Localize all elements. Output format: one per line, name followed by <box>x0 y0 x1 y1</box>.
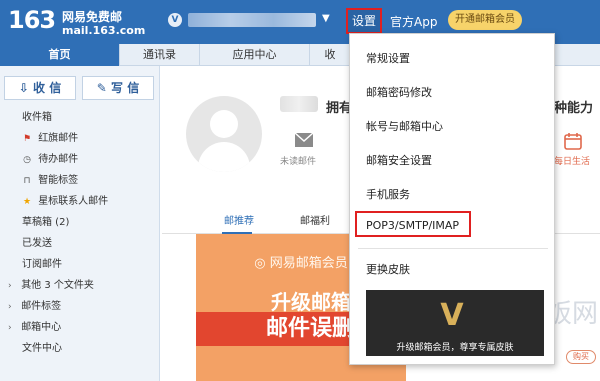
tab-inbox[interactable]: 收 <box>310 44 350 66</box>
tab-contacts[interactable]: 通讯录 <box>120 44 200 66</box>
folder-label: 收件箱 <box>22 112 52 123</box>
menu-item-change-password[interactable]: 邮箱密码修改 <box>366 84 432 100</box>
chevron-right-icon: › <box>8 302 12 312</box>
folder-file-center[interactable]: 文件中心 <box>0 339 160 359</box>
folder-sent[interactable]: 已发送 <box>0 234 160 254</box>
folder-drafts[interactable]: 草稿箱 (2) <box>0 213 160 233</box>
folder-label: 其他 3 个文件夹 <box>21 280 94 291</box>
calendar-icon[interactable] <box>564 132 582 150</box>
folder-label: 待办邮件 <box>38 154 79 165</box>
tab-recommend[interactable]: 邮推荐 <box>224 212 254 227</box>
folder-label: 红旗邮件 <box>38 133 79 144</box>
menu-item-change-skin[interactable]: 更换皮肤 <box>366 261 410 277</box>
settings-dropdown-menu: 常规设置 邮箱密码修改 帐号与邮箱中心 邮箱安全设置 手机服务 POP3/SMT… <box>349 33 555 365</box>
menu-item-security[interactable]: 邮箱安全设置 <box>366 152 432 168</box>
folder-todo[interactable]: ◷ 待办邮件 <box>0 150 160 170</box>
settings-button[interactable]: 设置 <box>346 8 382 34</box>
red-flag-icon: ⚑ <box>22 134 32 144</box>
avatar[interactable] <box>186 96 262 172</box>
folder-label: 邮件标签 <box>21 301 62 312</box>
avatar-head-shape <box>210 110 238 138</box>
official-app-link[interactable]: 官方App <box>390 13 437 30</box>
folder-starred-contacts[interactable]: ★ 星标联系人邮件 <box>0 192 160 212</box>
folder-label: 订阅邮件 <box>22 259 62 270</box>
folder-label: 已发送 <box>22 238 52 249</box>
pencil-icon: ✎ <box>96 81 107 95</box>
folder-mail-tags[interactable]: › 邮件标签 <box>0 297 160 317</box>
folder-label: 智能标签 <box>38 175 79 186</box>
skin-promo-text: 升级邮箱会员，尊享专属皮肤 <box>396 343 514 353</box>
compose-row: ⇩ 收 信 ✎ 写 信 <box>0 72 160 102</box>
write-label: 写 信 <box>111 81 140 95</box>
greeting-text-right: 种能力 <box>554 101 594 116</box>
menu-item-account-center[interactable]: 帐号与邮箱中心 <box>366 118 443 134</box>
folder-inbox[interactable]: 收件箱 <box>0 108 160 128</box>
logo-domain: mail.163.com <box>62 24 146 37</box>
banner-brand-text: 网易邮箱会员 <box>269 256 348 271</box>
vip-badge-icon: V <box>168 13 182 27</box>
mail-icon[interactable] <box>294 132 314 148</box>
folder-subscriptions[interactable]: 订阅邮件 <box>0 255 160 275</box>
receive-button[interactable]: ⇩ 收 信 <box>4 76 76 100</box>
folder-label: 星标联系人邮件 <box>38 196 109 207</box>
menu-item-general-settings[interactable]: 常规设置 <box>366 50 410 66</box>
vip-v-icon: V <box>440 298 464 333</box>
folder-label: 草稿箱 (2) <box>22 217 70 228</box>
avatar-body-shape <box>198 142 250 172</box>
folder-mail-center[interactable]: › 邮箱中心 <box>0 318 160 338</box>
account-name-blurred[interactable] <box>188 13 316 27</box>
chevron-right-icon: › <box>8 281 12 291</box>
tab-app-center[interactable]: 应用中心 <box>200 44 310 66</box>
folder-label: 邮箱中心 <box>21 322 62 333</box>
menu-item-pop3-smtp-imap[interactable]: POP3/SMTP/IMAP <box>366 219 459 232</box>
unread-mail-label[interactable]: 未读邮件 <box>280 154 316 167</box>
open-vip-button[interactable]: 开通邮箱会员 <box>448 10 522 30</box>
write-button[interactable]: ✎ 写 信 <box>82 76 154 100</box>
folder-label: 文件中心 <box>22 343 62 354</box>
chevron-right-icon: › <box>8 323 12 333</box>
tab-welfare[interactable]: 邮福利 <box>300 212 330 227</box>
receive-icon: ⇩ <box>18 81 29 95</box>
buy-tag[interactable]: 购买 <box>566 350 596 364</box>
chevron-down-icon[interactable]: ▼ <box>322 13 330 24</box>
star-icon: ★ <box>22 197 32 207</box>
menu-item-mobile-service[interactable]: 手机服务 <box>366 186 410 202</box>
folder-smart-tags[interactable]: ⊓ 智能标签 <box>0 171 160 191</box>
sidebar: ⇩ 收 信 ✎ 写 信 收件箱 ⚑ 红旗邮件 ◷ 待办邮件 ⊓ 智能标签 ★ 星… <box>0 66 160 381</box>
clock-icon: ◷ <box>23 155 31 165</box>
logo-number[interactable]: 163 <box>8 6 56 34</box>
folder-flagged[interactable]: ⚑ 红旗邮件 <box>0 129 160 149</box>
menu-divider <box>358 248 548 249</box>
folder-other[interactable]: › 其他 3 个文件夹 <box>0 276 160 296</box>
daily-life-label[interactable]: 每日生活 <box>554 154 590 167</box>
receive-label: 收 信 <box>33 81 62 95</box>
netease-logo-icon: ◎ <box>254 256 270 271</box>
tab-home[interactable]: 首页 <box>0 44 120 66</box>
user-name-blurred <box>280 96 318 112</box>
bookmark-icon: ⊓ <box>23 176 31 186</box>
skin-promo-banner[interactable]: V 升级邮箱会员，尊享专属皮肤 <box>366 290 544 356</box>
logo-name: 网易免费邮 <box>62 10 123 24</box>
